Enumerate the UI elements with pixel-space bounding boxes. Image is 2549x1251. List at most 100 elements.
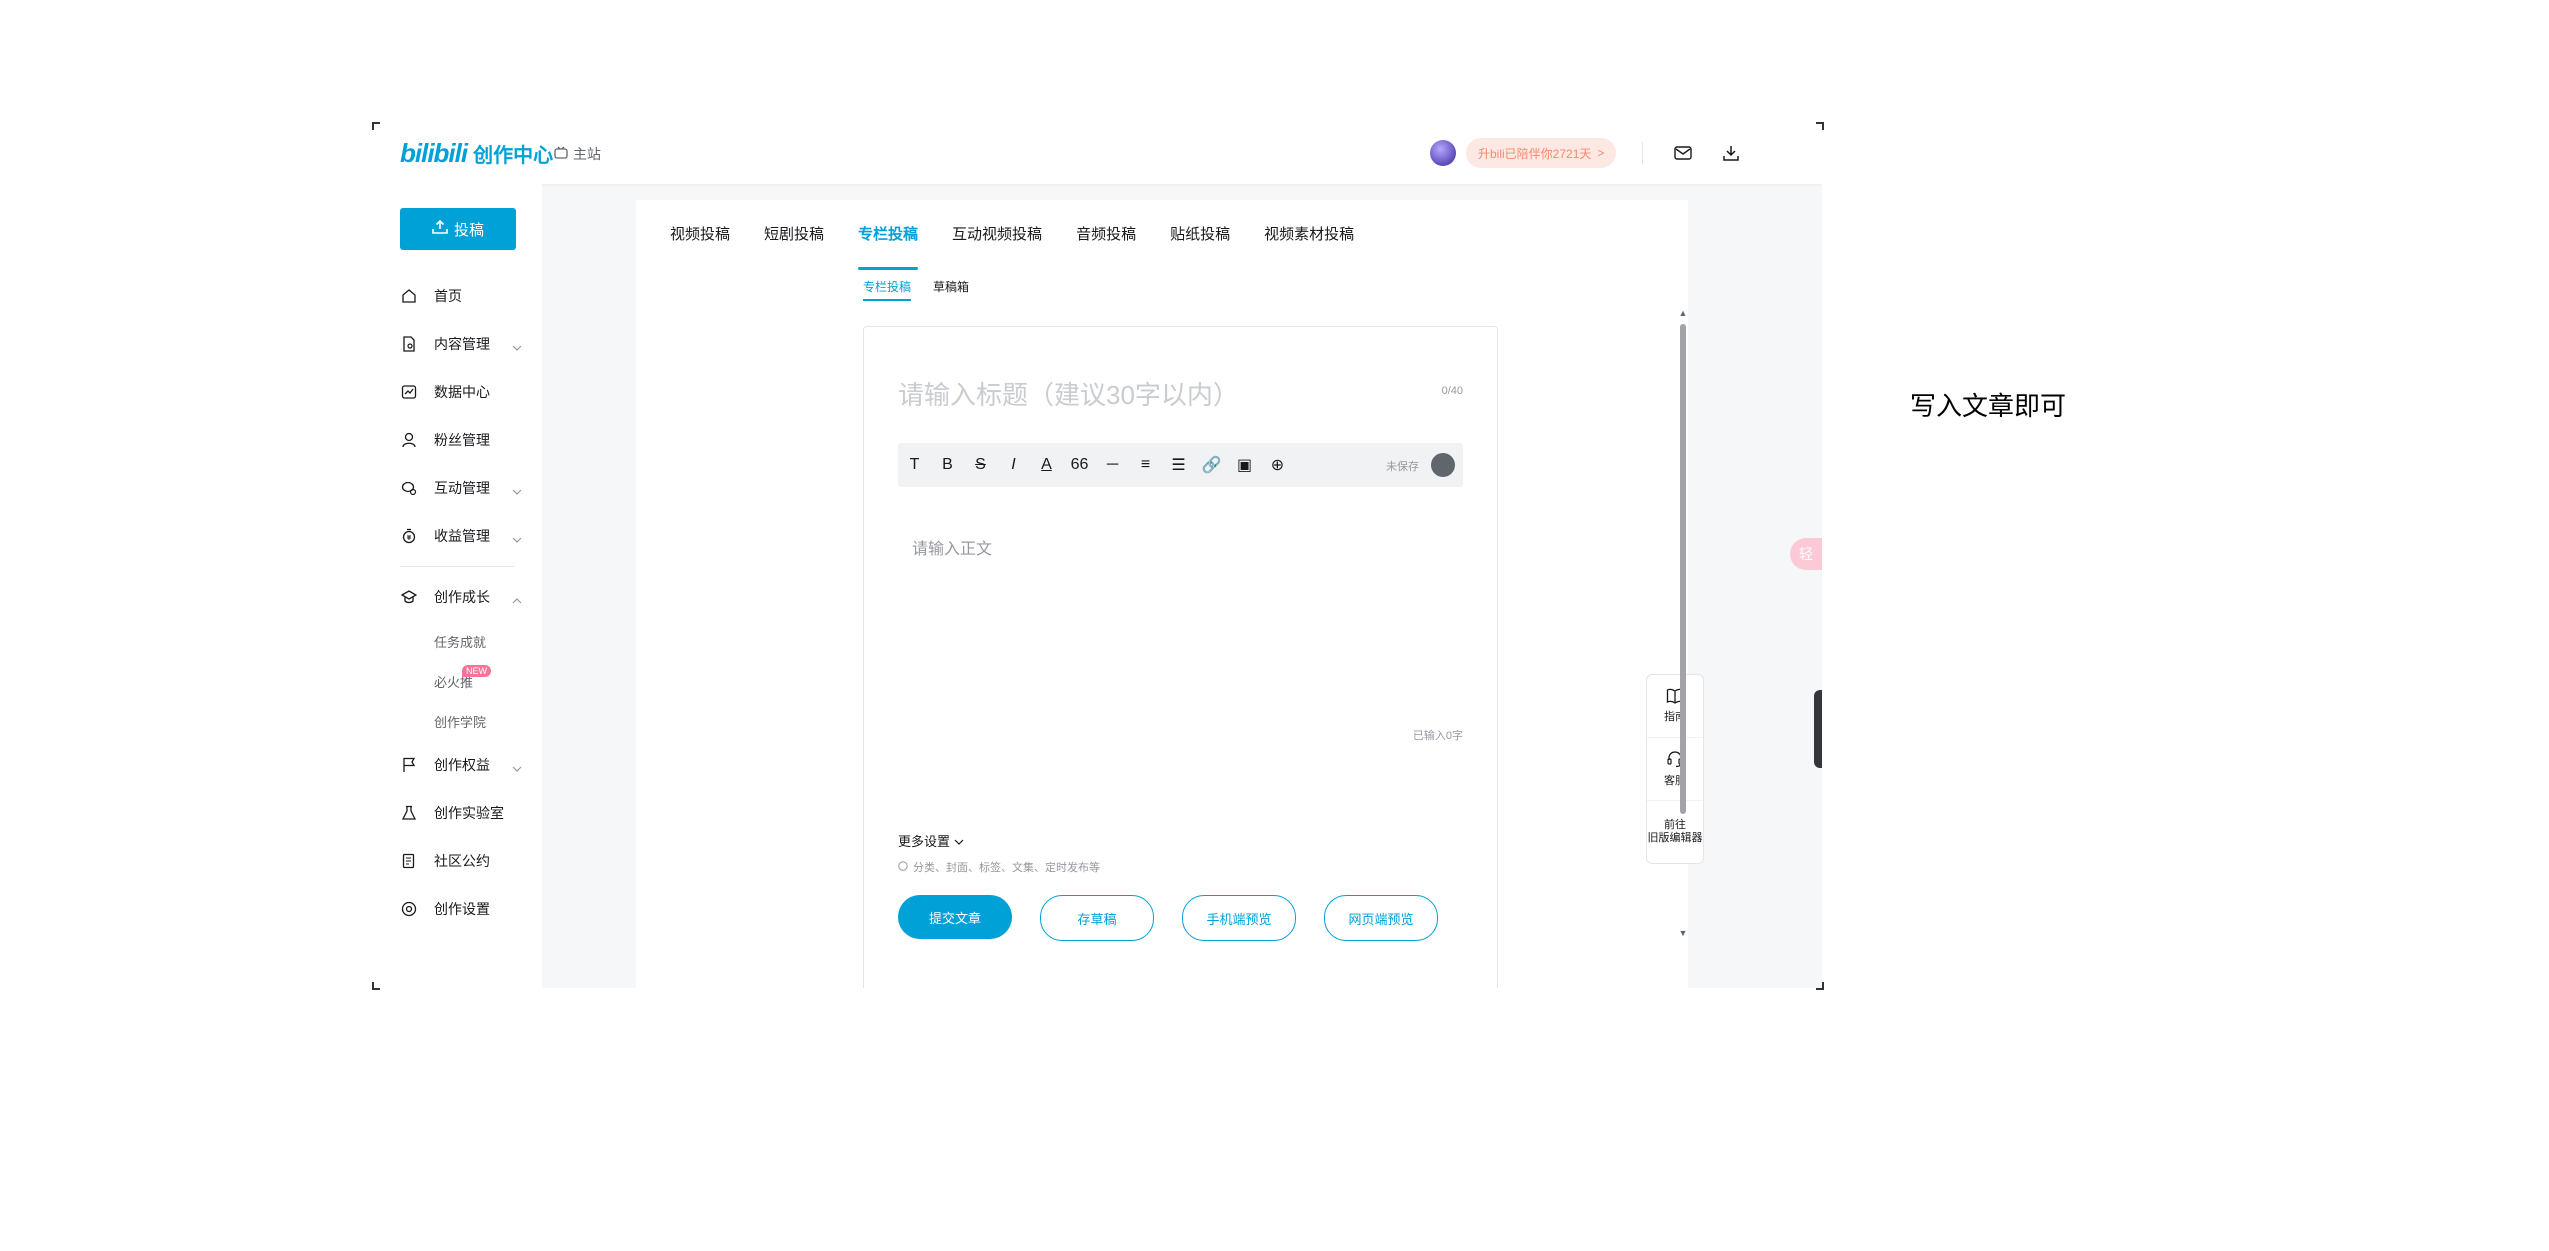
more-settings-label: 更多设置	[898, 834, 951, 849]
more-settings-toggle[interactable]: 更多设置	[898, 831, 964, 850]
sidebar-item-label: 创作实验室	[434, 805, 504, 821]
italic-icon[interactable]: I	[997, 456, 1030, 474]
sidebar-subitem-tasks[interactable]: 任务成就	[372, 621, 542, 661]
top-header: bilibili 创作中心 主站 升bili已陪伴你2721天 >	[372, 122, 1822, 184]
action-buttons: 提交文章 存草稿 手机端预览 网页端预览	[898, 895, 1438, 941]
settings-hint-text: 分类、封面、标签、文集、定时发布等	[913, 862, 1100, 874]
sidebar-item-rules[interactable]: 社区公约	[372, 837, 542, 885]
sidebar-subitem-label: 任务成就	[434, 634, 487, 650]
save-status: 未保存	[1386, 461, 1419, 473]
save-draft-button[interactable]: 存草稿	[1040, 895, 1154, 941]
document-icon	[400, 335, 418, 353]
sidebar-subitem-academy[interactable]: 创作学院	[372, 701, 542, 741]
text-size-icon[interactable]: T	[898, 456, 931, 474]
frame-corner	[372, 982, 380, 990]
divider-icon[interactable]: ─	[1096, 456, 1129, 474]
strikethrough-icon[interactable]: S	[964, 456, 997, 474]
settings-hint: 分类、封面、标签、文集、定时发布等	[898, 859, 1100, 875]
logo[interactable]: bilibili 创作中心	[400, 138, 553, 169]
anniversary-banner[interactable]: 升bili已陪伴你2721天 >	[1466, 138, 1617, 168]
insert-more-icon[interactable]: ⊕	[1261, 455, 1294, 475]
subtab-article[interactable]: 专栏投稿	[863, 278, 912, 301]
upload-button[interactable]: 投稿	[400, 208, 516, 250]
sidebar-item-label: 创作权益	[434, 757, 490, 773]
sidebar-item-rights[interactable]: 创作权益	[372, 741, 542, 789]
download-icon[interactable]	[1720, 142, 1742, 164]
scroll-up-arrow[interactable]: ▲	[1678, 308, 1688, 318]
tab-article[interactable]: 专栏投稿	[858, 200, 919, 270]
scroll-down-arrow[interactable]: ▼	[1678, 928, 1688, 938]
sidebar-item-home[interactable]: 首页	[372, 272, 542, 320]
submission-tabs: 视频投稿 短剧投稿 专栏投稿 互动视频投稿 音频投稿 贴纸投稿 视频素材投稿	[670, 200, 1354, 270]
upload-label: 投稿	[453, 221, 484, 239]
floating-help-panel: 指南 客服 前往 旧版编辑器	[1646, 674, 1704, 864]
chevron-down-icon	[512, 759, 522, 775]
body-input[interactable]: 请输入正文	[912, 535, 992, 559]
sidebar-item-settings[interactable]: 创作设置	[372, 885, 542, 933]
sidebar-item-label: 粉丝管理	[434, 432, 490, 448]
tv-icon	[554, 146, 568, 163]
mail-icon[interactable]	[1672, 142, 1694, 164]
sidebar-item-growth[interactable]: 创作成长	[372, 573, 542, 621]
header-divider	[1642, 142, 1643, 164]
image-icon[interactable]: ▣	[1228, 455, 1261, 475]
scrollbar-thumb[interactable]	[1680, 324, 1686, 814]
new-badge: NEW	[462, 665, 491, 677]
sidebar-item-fans[interactable]: 粉丝管理	[372, 416, 542, 464]
sidebar-item-interaction[interactable]: 互动管理	[372, 464, 542, 512]
sidebar-item-content[interactable]: 内容管理	[372, 320, 542, 368]
link-icon[interactable]: 🔗	[1195, 455, 1228, 475]
web-preview-button[interactable]: 网页端预览	[1324, 895, 1438, 941]
info-icon	[898, 860, 908, 874]
title-char-count: 0/40	[1441, 385, 1463, 397]
tab-sticker[interactable]: 贴纸投稿	[1170, 200, 1230, 270]
sidebar-item-label: 首页	[434, 288, 462, 304]
scrollbar[interactable]: ▲ ▼	[1678, 308, 1688, 938]
app-window: bilibili 创作中心 主站 升bili已陪伴你2721天 > 投稿 首页 …	[372, 122, 1822, 988]
money-icon	[400, 527, 418, 545]
user-icon	[400, 431, 418, 449]
main-site-link[interactable]: 主站	[554, 144, 601, 164]
banner-text: 升bili已陪伴你2721天	[1478, 146, 1592, 161]
bold-icon[interactable]: B	[931, 456, 964, 474]
article-editor: 请输入标题（建议30字以内） 0/40 T B S I A 66 ─ ≡ ☰ 🔗…	[863, 326, 1498, 988]
submit-article-button[interactable]: 提交文章	[898, 895, 1012, 939]
guide-button[interactable]: 指南	[1647, 675, 1703, 738]
chevron-down-icon	[954, 833, 964, 848]
rules-icon	[400, 852, 418, 870]
sidebar-item-lab[interactable]: 创作实验室	[372, 789, 542, 837]
word-count: 已输入0字	[1412, 730, 1463, 742]
align-icon[interactable]: ≡	[1129, 456, 1162, 474]
tab-interactive-video[interactable]: 互动视频投稿	[952, 200, 1042, 270]
subtab-drafts[interactable]: 草稿箱	[933, 278, 969, 301]
upload-icon	[432, 219, 448, 238]
sidebar-item-income[interactable]: 收益管理	[372, 512, 542, 560]
flag-icon	[400, 756, 418, 774]
article-subtabs: 专栏投稿 草稿箱	[863, 278, 969, 301]
tab-video-material[interactable]: 视频素材投稿	[1264, 200, 1354, 270]
sidebar-item-label: 收益管理	[434, 528, 490, 544]
quote-icon[interactable]: 66	[1063, 456, 1096, 474]
sidebar-item-label: 创作成长	[434, 589, 490, 605]
sidebar-subitem-hot[interactable]: 必火推 NEW	[372, 661, 542, 701]
sidebar: 投稿 首页 内容管理 数据中心 粉丝管理 互动管理 收益管理 创作成长 任务成就…	[372, 184, 542, 988]
tab-audio[interactable]: 音频投稿	[1076, 200, 1136, 270]
old-editor-button[interactable]: 前往 旧版编辑器	[1647, 801, 1703, 863]
font-color-icon[interactable]: A	[1030, 456, 1063, 474]
chat-icon	[400, 479, 418, 497]
tab-drama[interactable]: 短剧投稿	[764, 200, 824, 270]
mobile-preview-button[interactable]: 手机端预览	[1182, 895, 1296, 941]
customer-service-button[interactable]: 客服	[1647, 738, 1703, 801]
history-icon[interactable]	[1431, 453, 1455, 477]
main-site-label: 主站	[573, 146, 601, 162]
list-icon[interactable]: ☰	[1162, 455, 1195, 475]
tab-video[interactable]: 视频投稿	[670, 200, 730, 270]
sidebar-item-data[interactable]: 数据中心	[372, 368, 542, 416]
side-assistant-widget[interactable]: 轻	[1790, 538, 1822, 570]
logo-brand: bilibili	[400, 138, 468, 168]
cap-icon	[400, 588, 418, 606]
side-handle[interactable]	[1814, 690, 1822, 768]
title-input[interactable]: 请输入标题（建议30字以内）	[898, 375, 1239, 412]
sidebar-item-label: 数据中心	[434, 384, 490, 400]
avatar[interactable]	[1430, 140, 1456, 166]
